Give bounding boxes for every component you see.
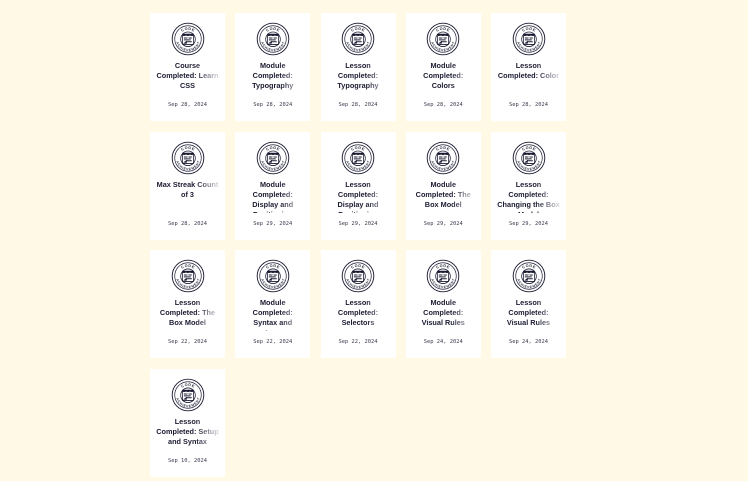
achievements-grid: CODE ACHIEVEMENT Course Completed: Learn… [150, 13, 566, 477]
code-achievement-badge-icon: CODE ACHIEVEMENT [426, 259, 460, 293]
code-achievement-badge-icon: CODE ACHIEVEMENT [341, 22, 375, 56]
achievement-card[interactable]: CODE ACHIEVEMENT Module Completed: Color… [405, 13, 481, 121]
achievement-date: Sep 28, 2024 [338, 102, 378, 108]
code-achievement-badge-icon: CODE ACHIEVEMENT [512, 22, 546, 56]
achievement-card[interactable]: CODE ACHIEVEMENT Lesson Completed: Typog… [320, 13, 396, 121]
code-achievement-badge-icon: CODE ACHIEVEMENT [171, 141, 205, 175]
achievement-title: Lesson Completed: Display and Positionin… [337, 179, 379, 213]
code-achievement-badge-icon: CODE ACHIEVEMENT [426, 141, 460, 175]
achievement-title: Lesson Completed: Color [497, 61, 560, 81]
achievement-title: Module Completed: Visual Rules [421, 298, 465, 328]
achievement-date: Sep 28, 2024 [168, 220, 207, 227]
achievement-date: Sep 29, 2024 [423, 220, 463, 227]
achievement-date: Sep 22, 2024 [168, 339, 207, 345]
code-achievement-badge-icon: CODE ACHIEVEMENT [171, 378, 205, 412]
achievement-date: Sep 29, 2024 [253, 220, 293, 227]
code-achievement-badge-icon: CODE ACHIEVEMENT [171, 259, 205, 293]
code-achievement-badge-icon: CODE ACHIEVEMENT [256, 259, 290, 293]
achievement-date: Sep 24, 2024 [423, 339, 463, 345]
achievement-card[interactable]: CODE ACHIEVEMENT Max Streak Count of 3 Se… [150, 131, 225, 240]
achievement-title: Module Completed: The Box Model [415, 179, 471, 209]
code-achievement-badge-icon: CODE ACHIEVEMENT [512, 259, 546, 293]
achievement-card[interactable]: CODE ACHIEVEMENT Lesson Completed: Displ… [320, 131, 396, 240]
achievement-card[interactable]: CODE ACHIEVEMENT Module Completed: Visua… [405, 250, 481, 358]
code-achievement-badge-icon: CODE ACHIEVEMENT [341, 141, 375, 175]
achievement-date: Sep 28, 2024 [509, 102, 548, 108]
achievement-card[interactable]: CODE ACHIEVEMENT Module Completed: The B… [405, 131, 481, 240]
achievement-title: Module Completed: Typography [252, 61, 294, 91]
achievement-date: Sep 29, 2024 [338, 220, 378, 227]
achievement-card[interactable]: CODE ACHIEVEMENT Module Completed: Displ… [235, 131, 311, 240]
achievement-card[interactable]: CODE ACHIEVEMENT Course Completed: Learn… [150, 13, 225, 121]
achievement-card[interactable]: CODE ACHIEVEMENT Module Completed: Typog… [235, 13, 311, 121]
achievement-date: Sep 24, 2024 [509, 339, 548, 345]
code-achievement-badge-icon: CODE ACHIEVEMENT [512, 141, 546, 175]
achievement-card[interactable]: CODE ACHIEVEMENT Lesson Completed: Chang… [491, 131, 566, 240]
achievement-card[interactable]: CODE ACHIEVEMENT Lesson Completed: The B… [150, 250, 225, 358]
code-achievement-badge-icon: CODE ACHIEVEMENT [426, 22, 460, 56]
achievement-title: Module Completed: Display and Positionin… [252, 179, 294, 213]
achievement-card[interactable]: CODE ACHIEVEMENT Module Completed: Synta… [235, 250, 311, 358]
achievement-card[interactable]: CODE ACHIEVEMENT Lesson Completed: Color… [491, 13, 566, 121]
achievement-title: Course Completed: Learn CSS [156, 61, 219, 91]
achievement-date: Sep 10, 2024 [168, 457, 207, 464]
code-achievement-badge-icon: CODE ACHIEVEMENT [256, 22, 290, 56]
achievement-date: Sep 29, 2024 [509, 220, 548, 227]
achievement-title: Lesson Completed: Visual Rules [506, 298, 551, 328]
achievement-date: Sep 28, 2024 [253, 102, 293, 108]
achievement-card[interactable]: CODE ACHIEVEMENT Lesson Completed: Setup… [150, 368, 225, 477]
achievement-title: Lesson Completed: Changing the Box Model [497, 179, 560, 213]
achievement-date: Sep 22, 2024 [338, 339, 378, 345]
achievement-title: Lesson Completed: Selectors [337, 298, 379, 328]
achievement-title: Lesson Completed: Setup and Syntax [156, 416, 219, 446]
achievement-title: Max Streak Count of 3 [156, 179, 219, 199]
achievement-date: Sep 28, 2024 [168, 102, 207, 108]
code-achievement-badge-icon: CODE ACHIEVEMENT [341, 259, 375, 293]
achievement-title: Lesson Completed: Typography [337, 61, 379, 91]
achievement-card[interactable]: CODE ACHIEVEMENT Lesson Completed: Selec… [320, 250, 396, 358]
achievement-title: Lesson Completed: The Box Model [159, 298, 216, 328]
code-achievement-badge-icon: CODE ACHIEVEMENT [256, 141, 290, 175]
code-achievement-badge-icon: CODE ACHIEVEMENT [171, 22, 205, 56]
achievement-title: Module Completed: Syntax and Selectors [252, 298, 293, 331]
achievement-title: Module Completed: Colors [423, 61, 464, 91]
achievement-date: Sep 28, 2024 [423, 102, 463, 108]
achievement-card[interactable]: CODE ACHIEVEMENT Lesson Completed: Visua… [491, 250, 566, 358]
achievement-date: Sep 22, 2024 [253, 339, 293, 345]
